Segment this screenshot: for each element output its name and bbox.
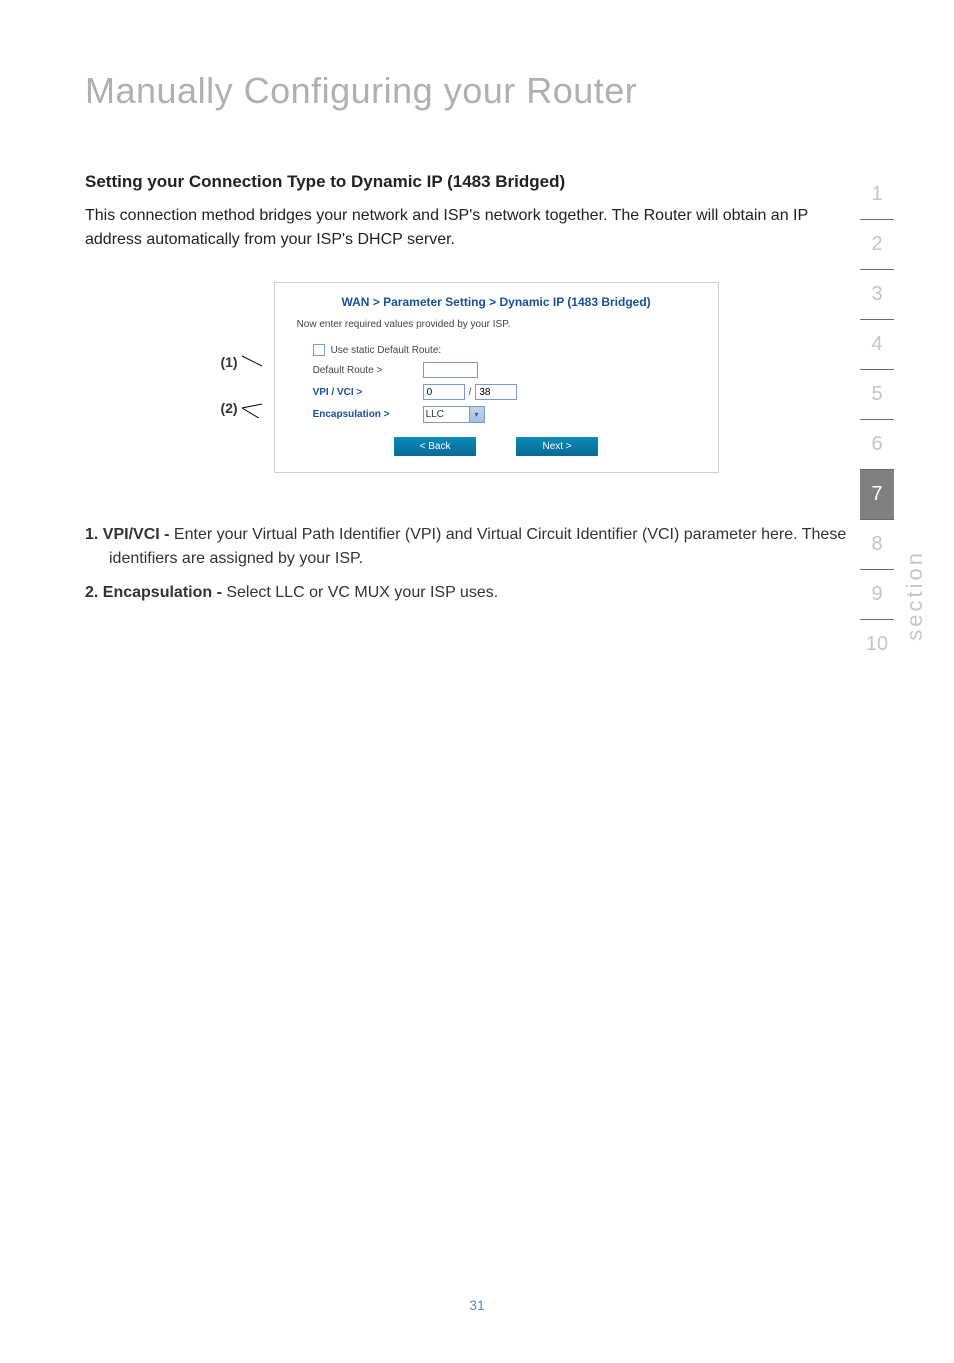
nav-6[interactable]: 6 xyxy=(860,420,894,470)
nav-3[interactable]: 3 xyxy=(860,270,894,320)
encapsulation-select[interactable]: LLC ▾ xyxy=(423,406,485,423)
static-route-row: Use static Default Route: xyxy=(289,344,704,356)
wan-settings-panel: WAN > Parameter Setting > Dynamic IP (14… xyxy=(274,282,719,473)
list-item-2: 2. Encapsulation - Select LLC or VC MUX … xyxy=(85,581,854,605)
nav-4[interactable]: 4 xyxy=(860,320,894,370)
list-item-1-text: Enter your Virtual Path Identifier (VPI)… xyxy=(109,526,846,567)
callout-1: (1) xyxy=(220,350,265,374)
static-route-label: Use static Default Route: xyxy=(331,345,442,356)
page-number: 31 xyxy=(469,1297,485,1313)
nav-1[interactable]: 1 xyxy=(860,170,894,220)
callout-2: (2) xyxy=(220,396,265,420)
next-button[interactable]: Next > xyxy=(516,437,598,456)
panel-breadcrumb: WAN > Parameter Setting > Dynamic IP (14… xyxy=(289,295,704,309)
list-item-1: 1. VPI/VCI - Enter your Virtual Path Ide… xyxy=(85,523,854,571)
callout-1-text: (1) xyxy=(220,354,237,370)
nav-7[interactable]: 7 xyxy=(860,470,894,520)
section-heading: Setting your Connection Type to Dynamic … xyxy=(85,172,854,192)
vpi-vci-row: VPI / VCI > / xyxy=(289,384,704,400)
static-route-checkbox[interactable] xyxy=(313,344,325,356)
encapsulation-value: LLC xyxy=(426,409,444,420)
section-nav: 1 2 3 4 5 6 7 8 9 10 xyxy=(860,170,894,669)
vci-input[interactable] xyxy=(475,384,517,400)
nav-9[interactable]: 9 xyxy=(860,570,894,620)
page-title: Manually Configuring your Router xyxy=(0,0,954,112)
screenshot-container: (1) (2) WAN > Parameter Setting > Dynami… xyxy=(220,282,718,473)
default-route-input[interactable] xyxy=(423,362,478,378)
panel-instruction: Now enter required values provided by yo… xyxy=(297,319,704,330)
button-row: < Back Next > xyxy=(289,437,704,456)
content-area: Setting your Connection Type to Dynamic … xyxy=(0,112,954,605)
encapsulation-label: Encapsulation > xyxy=(313,409,423,420)
default-route-label: Default Route > xyxy=(313,365,423,376)
encapsulation-row: Encapsulation > LLC ▾ xyxy=(289,406,704,423)
nav-2[interactable]: 2 xyxy=(860,220,894,270)
callout-labels: (1) (2) xyxy=(220,282,265,420)
nav-8[interactable]: 8 xyxy=(860,520,894,570)
chevron-down-icon: ▾ xyxy=(469,407,484,422)
list-item-2-text: Select LLC or VC MUX your ISP uses. xyxy=(226,584,498,601)
callout-2-text: (2) xyxy=(220,400,237,416)
list-item-2-label: 2. Encapsulation - xyxy=(85,584,226,601)
callout-arrow-icon xyxy=(240,352,266,372)
default-route-row: Default Route > xyxy=(289,362,704,378)
vpi-input[interactable] xyxy=(423,384,465,400)
vpi-vci-separator: / xyxy=(469,387,472,398)
intro-paragraph: This connection method bridges your netw… xyxy=(85,204,854,252)
section-vertical-label: section xyxy=(902,550,928,641)
list-item-1-label: 1. VPI/VCI - xyxy=(85,526,174,543)
nav-10[interactable]: 10 xyxy=(860,620,894,669)
vpi-vci-label: VPI / VCI > xyxy=(313,387,423,398)
callout-arrow-icon xyxy=(240,398,266,418)
screenshot-wrapper: (1) (2) WAN > Parameter Setting > Dynami… xyxy=(85,282,854,473)
nav-5[interactable]: 5 xyxy=(860,370,894,420)
back-button[interactable]: < Back xyxy=(394,437,476,456)
numbered-list: 1. VPI/VCI - Enter your Virtual Path Ide… xyxy=(85,523,854,605)
